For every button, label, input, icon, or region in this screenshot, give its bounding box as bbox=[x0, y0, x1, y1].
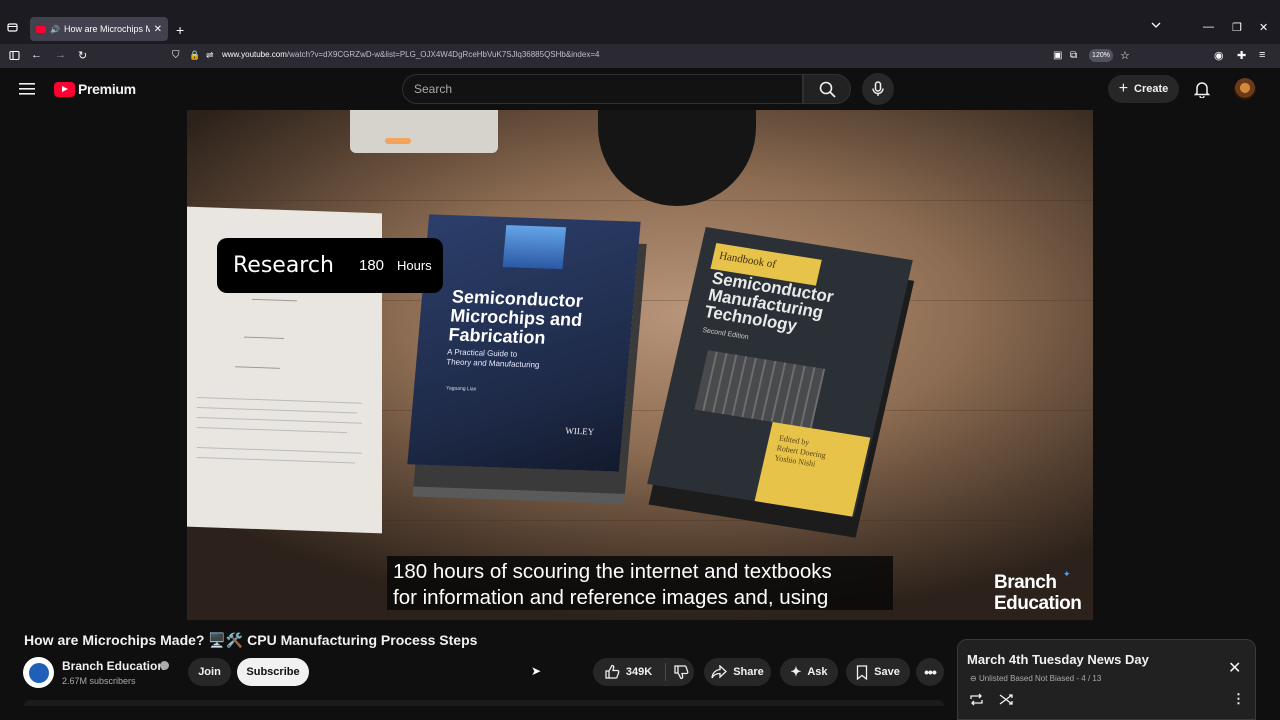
picture-in-picture-icon[interactable]: ⧉ bbox=[1070, 50, 1077, 61]
shuffle-icon[interactable] bbox=[999, 693, 1014, 706]
share-icon bbox=[711, 665, 728, 679]
loop-icon[interactable] bbox=[969, 693, 984, 706]
playlist-position: 4 / 13 bbox=[1081, 674, 1102, 683]
tab-list-icon[interactable] bbox=[7, 22, 18, 33]
caption-line-2: for information and reference images and… bbox=[393, 586, 829, 609]
search-icon bbox=[819, 81, 836, 98]
share-label: Share bbox=[733, 666, 764, 678]
minimize-icon[interactable]: — bbox=[1203, 21, 1214, 33]
playlist-more-icon[interactable]: ⋮ bbox=[1232, 691, 1245, 707]
create-label: Create bbox=[1134, 83, 1169, 95]
more-horizontal-icon: ••• bbox=[924, 664, 937, 680]
playlist-visibility: Unlisted bbox=[978, 674, 1008, 683]
thumbs-down-icon bbox=[673, 665, 688, 680]
subscriber-count: 2.67M subscribers bbox=[62, 676, 136, 686]
video-title: How are Microchips Made? 🖥️🛠️ CPU Manufa… bbox=[24, 632, 478, 648]
verified-icon bbox=[160, 661, 169, 670]
create-button[interactable]: + Create bbox=[1108, 75, 1179, 103]
chevron-down-icon[interactable] bbox=[1151, 22, 1161, 29]
search-button[interactable] bbox=[803, 74, 851, 104]
join-button[interactable]: Join bbox=[188, 658, 231, 686]
mouse-cursor-icon: ➤ bbox=[531, 664, 542, 678]
playlist-meta: ⊖ Unlisted Based Not Biased - 4 / 13 bbox=[970, 674, 1101, 683]
browser-tab-active[interactable]: 🔊 How are Microchips Made? ✕ bbox=[30, 17, 168, 41]
dislike-button[interactable] bbox=[667, 658, 694, 686]
extensions-icon[interactable]: ✚ bbox=[1237, 49, 1246, 62]
app-menu-icon[interactable]: ≡ bbox=[1259, 49, 1265, 61]
ask-label: Ask bbox=[807, 666, 828, 678]
save-button[interactable]: Save bbox=[846, 658, 910, 686]
microphone-icon bbox=[872, 81, 884, 96]
playlist-title[interactable]: March 4th Tuesday News Day bbox=[967, 652, 1149, 667]
more-actions-button[interactable]: ••• bbox=[916, 658, 944, 686]
permissions-icon[interactable]: ⇌ bbox=[206, 50, 214, 61]
url-path: /watch?v=dX9CGRZwD-w&list=PLG_OJX4W4DgRc… bbox=[286, 50, 600, 59]
share-button[interactable]: Share bbox=[704, 658, 771, 686]
like-divider bbox=[665, 663, 666, 681]
lock-icon[interactable]: 🔒 bbox=[189, 50, 200, 61]
book-b-edition: Second Edition bbox=[701, 326, 750, 342]
bookmark-icon bbox=[856, 664, 868, 680]
like-button[interactable]: 349K bbox=[593, 658, 663, 686]
sparkle-icon: ✦ bbox=[1063, 569, 1071, 579]
url-host: www.youtube.com bbox=[222, 50, 287, 59]
subscribe-button[interactable]: Subscribe bbox=[237, 658, 309, 686]
playlist-close-icon[interactable]: ✕ bbox=[1228, 658, 1241, 678]
window-close-icon[interactable]: ✕ bbox=[1259, 21, 1268, 34]
playlist-owner[interactable]: Based Not Biased bbox=[1010, 674, 1074, 683]
notifications-bell-icon[interactable] bbox=[1194, 80, 1210, 98]
wood-grain bbox=[187, 200, 1093, 201]
youtube-play-icon bbox=[54, 81, 75, 97]
book-a-subtitle: A Practical Guide to Theory and Manufactu… bbox=[445, 347, 540, 370]
overlay-label: Research bbox=[233, 253, 334, 278]
speaker-icon[interactable]: 🔊 bbox=[50, 25, 60, 34]
closed-caption: 180 hours of scouring the internet and t… bbox=[387, 556, 893, 610]
back-arrow-icon[interactable]: ← bbox=[31, 49, 42, 61]
youtube-favicon-icon bbox=[36, 25, 46, 33]
playlist-separator: - bbox=[1076, 674, 1080, 683]
browser-tab-bar: 🔊 How are Microchips Made? ✕ + — ❐ ✕ bbox=[0, 0, 1280, 44]
save-label: Save bbox=[874, 666, 900, 678]
tab-title: How are Microchips Made? bbox=[63, 24, 150, 34]
voice-search-button[interactable] bbox=[862, 73, 894, 105]
hamburger-menu-icon[interactable] bbox=[19, 82, 35, 96]
search-input[interactable]: Search bbox=[402, 74, 803, 104]
ask-button[interactable]: ✦ Ask bbox=[780, 658, 838, 686]
overlay-unit: Hours bbox=[397, 258, 432, 273]
user-avatar[interactable] bbox=[1234, 78, 1256, 100]
forward-arrow-icon[interactable]: → bbox=[55, 49, 66, 61]
link-icon: ⊖ bbox=[970, 674, 977, 683]
microchip-cover-art bbox=[502, 225, 567, 270]
thumbs-up-icon bbox=[605, 664, 620, 679]
bookmark-star-icon[interactable]: ☆ bbox=[1120, 49, 1130, 62]
browser-toolbar: ← → ↻ ⛉ 🔒 ⇌ ▣ ⧉ ☆ ◉ ✚ ≡ bbox=[0, 44, 1280, 68]
like-count: 349K bbox=[625, 666, 653, 678]
channel-avatar[interactable] bbox=[23, 657, 54, 688]
channel-name[interactable]: Branch Education bbox=[62, 659, 165, 673]
watermark-line-2: Education bbox=[994, 593, 1082, 614]
restore-icon[interactable]: ❐ bbox=[1232, 21, 1242, 34]
tab-close-icon[interactable]: ✕ bbox=[154, 24, 162, 35]
youtube-premium-logo[interactable]: Premium bbox=[54, 81, 136, 97]
logo-text: Premium bbox=[78, 81, 136, 97]
shield-icon[interactable]: ⛉ bbox=[172, 50, 180, 61]
reload-icon[interactable]: ↻ bbox=[78, 49, 87, 62]
reader-mode-icon[interactable]: ▣ bbox=[1053, 50, 1062, 61]
sparkle-ask-icon: ✦ bbox=[790, 664, 802, 679]
chip-array-art bbox=[694, 350, 826, 429]
plus-icon: + bbox=[1118, 80, 1129, 97]
url-field[interactable]: www.youtube.com/watch?v=dX9CGRZwD-w&list… bbox=[222, 50, 599, 59]
smart-speaker-image bbox=[350, 110, 498, 153]
book-a-title: Semiconductor Microchips and Fabrication bbox=[447, 286, 584, 348]
account-icon[interactable]: ◉ bbox=[1214, 49, 1224, 62]
book-a-author: Yaguang Lian bbox=[445, 385, 477, 393]
caption-line-1: 180 hours of scouring the internet and t… bbox=[393, 560, 832, 583]
research-hours-overlay: Research 180 Hours bbox=[217, 238, 443, 293]
description-box[interactable] bbox=[24, 700, 944, 706]
overlay-value: 180 bbox=[359, 257, 385, 274]
zoom-badge[interactable]: 120% bbox=[1089, 49, 1113, 62]
sidebar-icon[interactable] bbox=[9, 50, 20, 61]
new-tab-icon[interactable]: + bbox=[176, 22, 184, 38]
book-a-publisher: WILEY bbox=[564, 425, 595, 437]
